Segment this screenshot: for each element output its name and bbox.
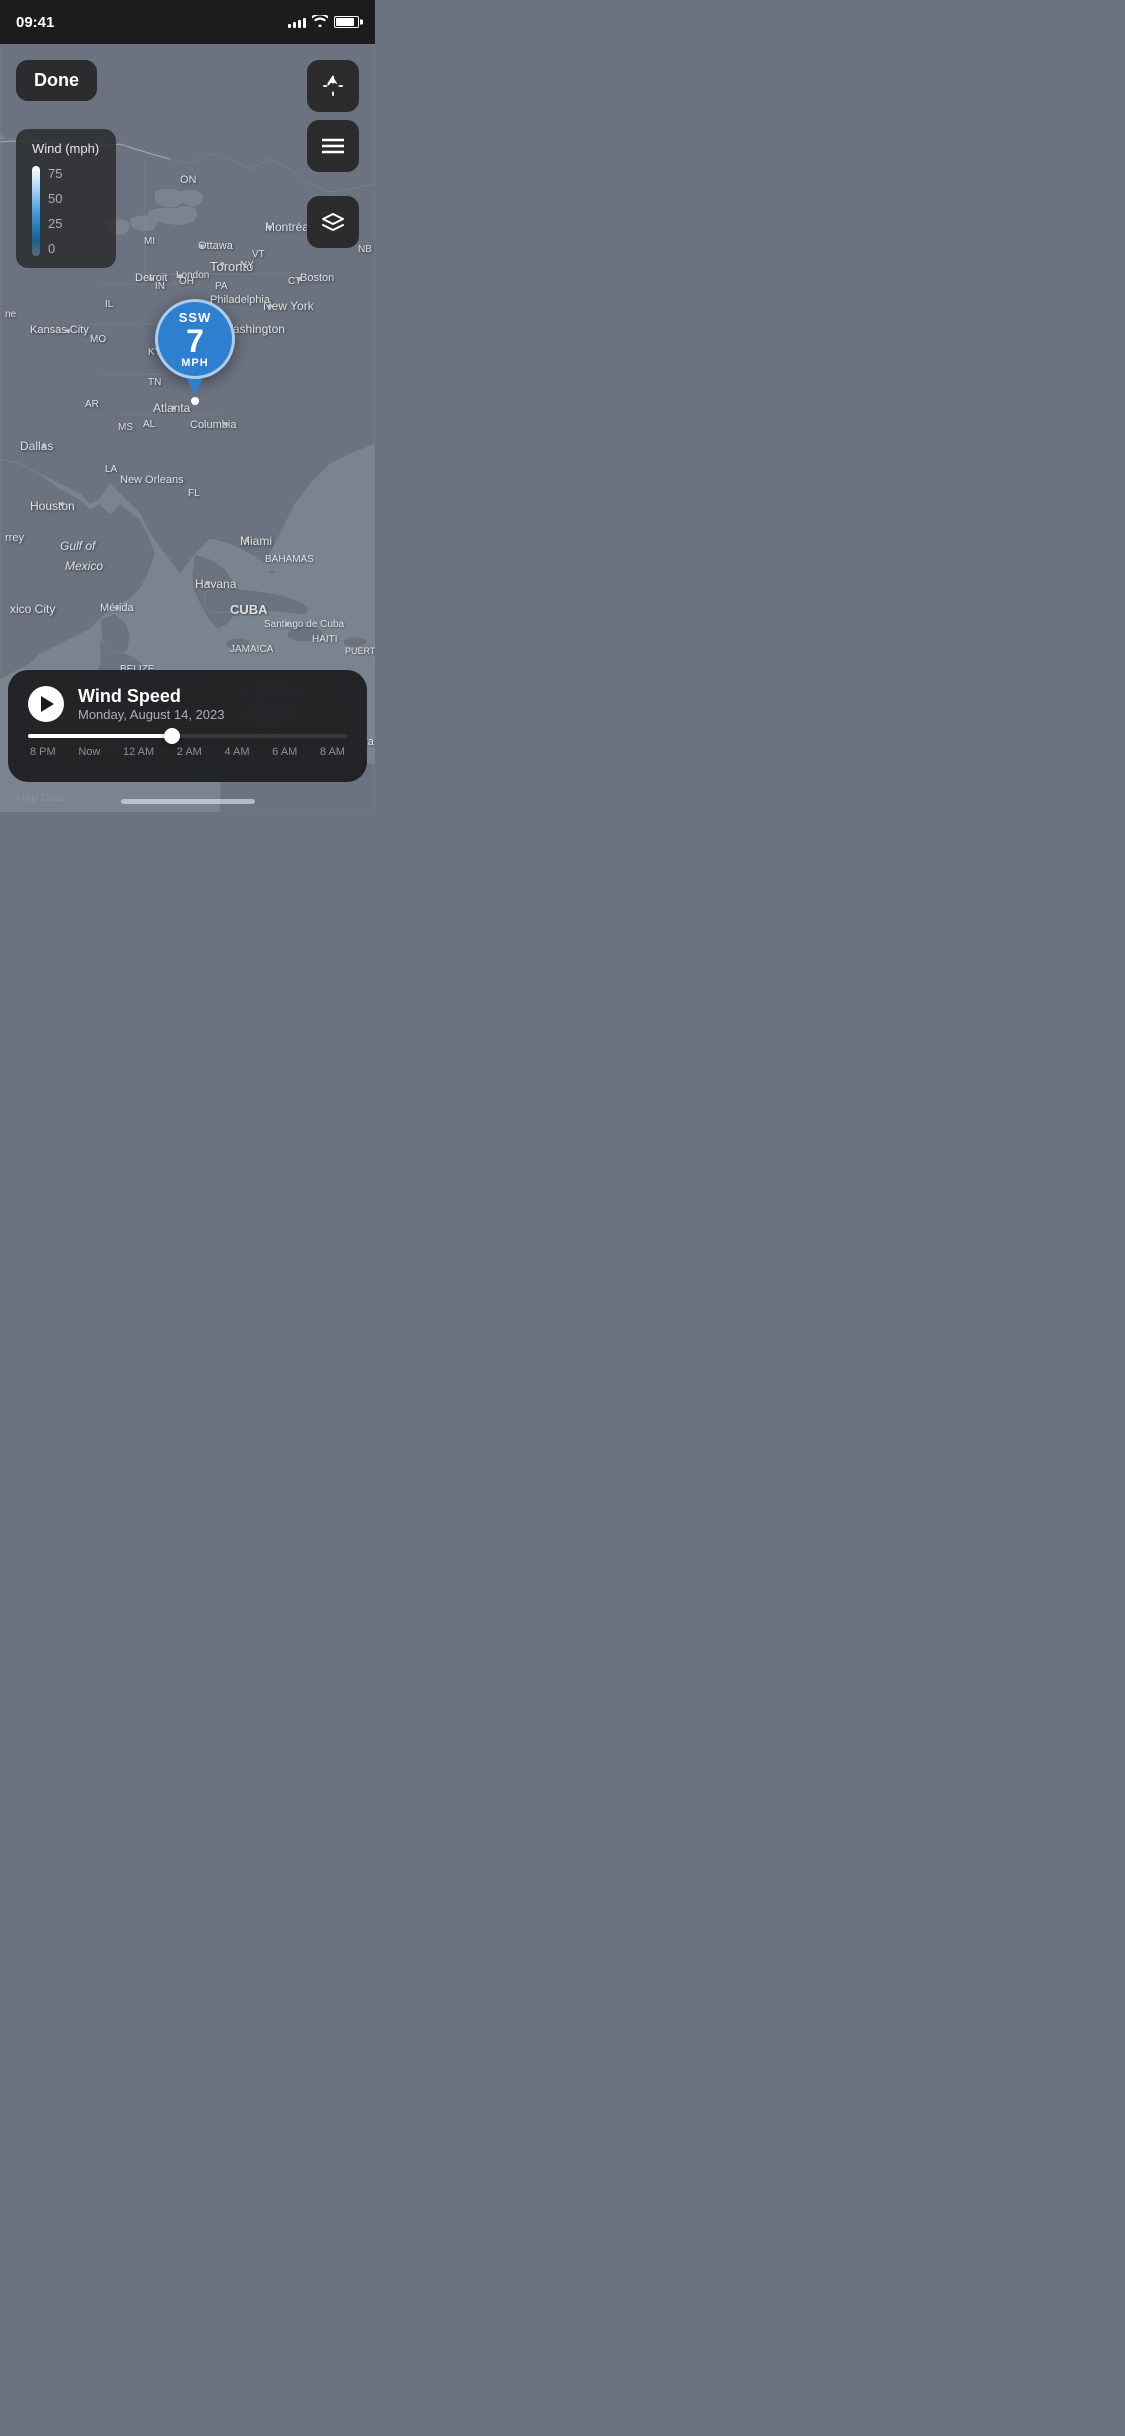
signal-bar-2	[293, 22, 296, 28]
bottom-panel: Wind Speed Monday, August 14, 2023 8 PM …	[8, 670, 367, 782]
wind-unit: MPH	[181, 357, 208, 369]
home-indicator	[121, 799, 255, 804]
status-icons	[288, 14, 359, 30]
timeline-thumb[interactable]	[164, 728, 180, 744]
timeline-label-4am: 4 AM	[224, 746, 249, 758]
wind-pin-dot	[191, 397, 199, 405]
timeline-label-6am: 6 AM	[272, 746, 297, 758]
timeline-labels: 8 PM Now 12 AM 2 AM 4 AM 6 AM 8 AM	[28, 746, 347, 758]
signal-bar-3	[298, 20, 301, 28]
panel-subtitle: Monday, August 14, 2023	[78, 707, 347, 722]
panel-title: Wind Speed	[78, 686, 347, 707]
panel-header: Wind Speed Monday, August 14, 2023	[28, 686, 347, 722]
play-icon	[41, 696, 54, 712]
map-data-link[interactable]: Map Data	[16, 792, 64, 804]
wifi-icon	[312, 14, 328, 30]
timeline-track[interactable]	[28, 734, 347, 738]
wind-legend: Wind (mph) 75 50 25 0	[16, 129, 116, 268]
done-button[interactable]: Done	[16, 60, 97, 101]
wind-pin-tail	[187, 379, 203, 395]
status-bar: 09:41	[0, 0, 375, 44]
menu-icon	[322, 138, 344, 154]
wind-scale-50: 50	[48, 191, 62, 206]
wind-legend-title: Wind (mph)	[32, 141, 100, 156]
wind-gradient-bar	[32, 166, 40, 256]
location-icon	[322, 75, 344, 97]
battery-icon	[334, 16, 359, 28]
wind-scale-75: 75	[48, 166, 62, 181]
timeline-fill	[28, 734, 172, 738]
map-container[interactable]: MontréalOttawaTorontoLondonDetroitBoston…	[0, 44, 375, 812]
panel-title-group: Wind Speed Monday, August 14, 2023	[78, 686, 347, 722]
timeline-label-8am: 8 AM	[320, 746, 345, 758]
timeline-label-12am: 12 AM	[123, 746, 154, 758]
wind-scale-0: 0	[48, 241, 62, 256]
signal-bar-4	[303, 18, 306, 28]
menu-button[interactable]	[307, 120, 359, 172]
signal-bar-1	[288, 24, 291, 28]
wind-scale-labels: 75 50 25 0	[48, 166, 62, 256]
layers-button[interactable]	[307, 196, 359, 248]
wind-speed: 7	[186, 325, 204, 357]
layers-icon	[321, 212, 345, 232]
timeline-label-8pm: 8 PM	[30, 746, 56, 758]
wind-pin: SSW 7 MPH	[155, 299, 235, 405]
timeline-label-2am: 2 AM	[177, 746, 202, 758]
wind-pin-circle: SSW 7 MPH	[155, 299, 235, 379]
location-button[interactable]	[307, 60, 359, 112]
battery-fill	[336, 18, 354, 26]
timeline-label-now: Now	[78, 746, 100, 758]
signal-bars-icon	[288, 16, 306, 28]
status-time: 09:41	[16, 14, 54, 31]
wind-scale-25: 25	[48, 216, 62, 231]
play-button[interactable]	[28, 686, 64, 722]
wind-legend-scale: 75 50 25 0	[32, 166, 100, 256]
timeline[interactable]: 8 PM Now 12 AM 2 AM 4 AM 6 AM 8 AM	[28, 734, 347, 758]
